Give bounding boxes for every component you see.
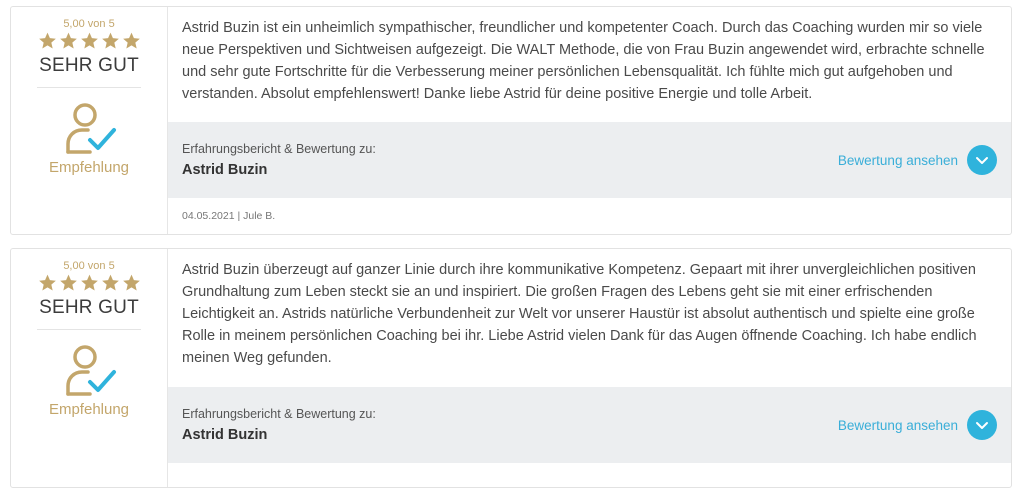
star-icon	[122, 32, 140, 49]
star-icon	[80, 32, 98, 49]
star-icon	[38, 274, 56, 291]
review-text: Astrid Buzin überzeugt auf ganzer Linie …	[182, 262, 977, 366]
star-icon	[38, 32, 56, 49]
view-review-link[interactable]: Bewertung ansehen	[838, 410, 997, 440]
review-content: Astrid Buzin überzeugt auf ganzer Linie …	[168, 249, 1011, 487]
star-icon	[101, 32, 119, 49]
rating-word: SEHR GUT	[39, 55, 139, 76]
star-icon	[59, 274, 77, 291]
rating-panel: 5,00 von 5 SEHR GUT Empfehlung	[11, 7, 168, 234]
divider	[37, 329, 141, 330]
recommendation-label: Empfehlung	[48, 159, 130, 176]
star-icon	[59, 32, 77, 49]
expand-button[interactable]	[967, 145, 997, 176]
recommendation-label: Empfehlung	[48, 401, 130, 418]
rating-score: 5,00 von 5	[63, 18, 115, 30]
user-check-icon	[66, 345, 116, 396]
view-review-label[interactable]: Bewertung ansehen	[838, 153, 958, 168]
star-icon	[122, 274, 140, 291]
review-text: Astrid Buzin ist ein unheimlich sympathi…	[182, 20, 985, 102]
review-subject-panel: Erfahrungsbericht & Bewertung zu: Astrid…	[168, 122, 1011, 198]
subject-name: Astrid Buzin	[182, 427, 268, 443]
view-review-link[interactable]: Bewertung ansehen	[838, 145, 997, 176]
review-content: Astrid Buzin ist ein unheimlich sympathi…	[168, 7, 1011, 234]
star-icon	[101, 274, 119, 291]
rating-panel: 5,00 von 5 SEHR GUT Empfehlung	[11, 249, 168, 487]
review-card: 5,00 von 5 SEHR GUT Empfehlung Astrid Bu…	[10, 6, 1012, 235]
user-check-icon	[66, 103, 116, 154]
review-card: 5,00 von 5 SEHR GUT Empfehlung Astrid Bu…	[10, 248, 1012, 488]
star-rating	[37, 31, 142, 51]
review-subject-panel: Erfahrungsbericht & Bewertung zu: Astrid…	[168, 387, 1011, 463]
rating-word: SEHR GUT	[39, 297, 139, 318]
rating-score: 5,00 von 5	[63, 260, 115, 272]
chevron-down-icon	[976, 422, 988, 429]
chevron-down-icon	[976, 157, 988, 165]
subject-name: Astrid Buzin	[182, 162, 268, 179]
divider	[37, 87, 141, 88]
star-icon	[80, 274, 98, 291]
view-review-label[interactable]: Bewertung ansehen	[838, 418, 958, 433]
expand-button[interactable]	[967, 410, 997, 440]
subject-kicker: Erfahrungsbericht & Bewertung zu:	[182, 407, 376, 421]
subject-kicker: Erfahrungsbericht & Bewertung zu:	[182, 142, 376, 157]
star-rating	[37, 273, 142, 293]
review-meta: 04.05.2021 | Jule B.	[182, 210, 276, 222]
